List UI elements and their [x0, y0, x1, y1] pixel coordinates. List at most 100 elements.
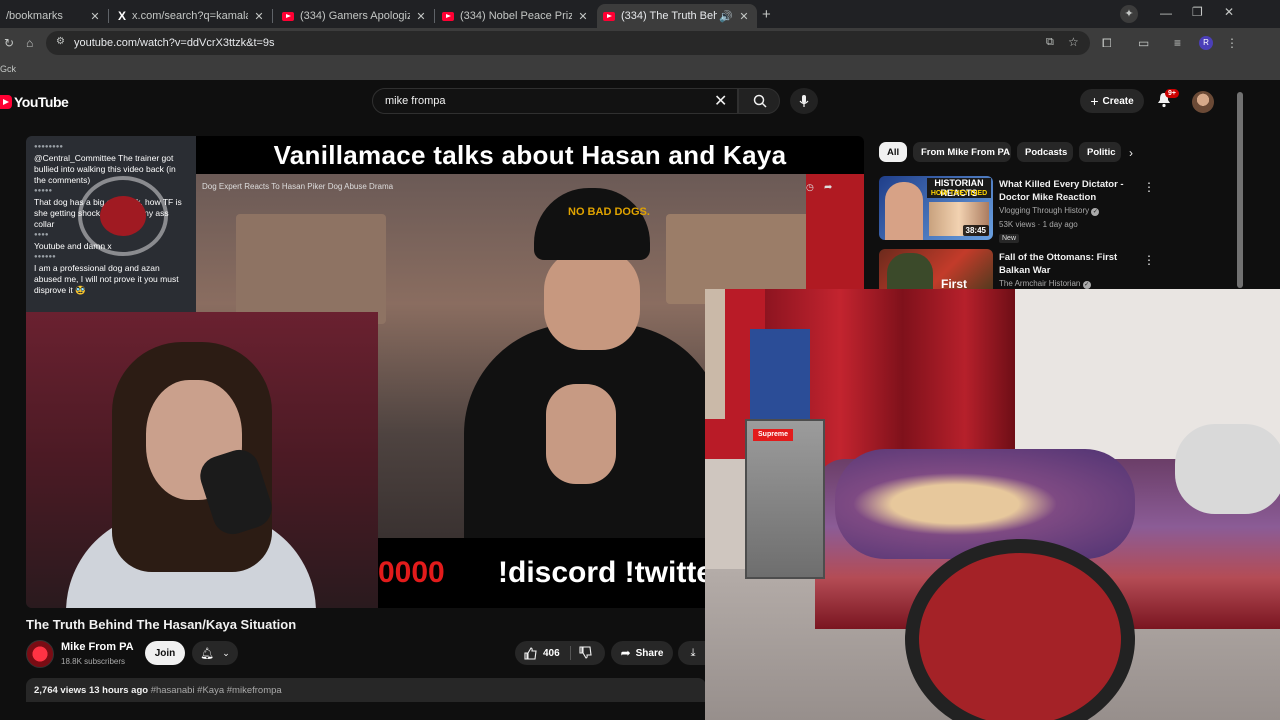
- webcam-overlay: Supreme: [705, 289, 1280, 720]
- new-tab-icon[interactable]: +: [762, 6, 771, 23]
- close-icon[interactable]: ✕: [414, 10, 428, 23]
- browser-tab-bar: /bookmarks ✕ X x.com/search?q=kamala har…: [0, 0, 1280, 28]
- video-thumbnail[interactable]: HISTORIAN REACTS HOW THEY DIED 38:45: [879, 176, 993, 240]
- search-icon: [753, 94, 767, 108]
- tab-gamers-apologize[interactable]: (334) Gamers Apologize to Fon ✕: [276, 4, 434, 28]
- tab-nobel-peace[interactable]: (334) Nobel Peace Prize winner ✕: [436, 4, 596, 28]
- recommended-channel[interactable]: The Armchair Historian ✓: [999, 279, 1091, 289]
- stacked-boxes: [750, 329, 810, 419]
- tab-title: (334) Nobel Peace Prize winner: [460, 10, 572, 22]
- notification-count-badge: 9+: [1165, 89, 1179, 98]
- more-options-icon[interactable]: ⋮: [1143, 180, 1155, 194]
- close-icon[interactable]: ✕: [576, 10, 590, 23]
- tab-truth-behind[interactable]: (334) The Truth Behind The 🔊 ✕: [597, 4, 757, 28]
- bookmark-star-icon[interactable]: ☆: [1068, 35, 1079, 49]
- like-dislike-group: 406: [515, 641, 605, 665]
- stream-chat-overlay: ●●●●●●●● @Central_Committee The trainer …: [26, 136, 196, 312]
- background-shelf: [236, 214, 386, 324]
- share-button[interactable]: ➦ Share: [611, 641, 673, 665]
- channel-label: Vlogging Through History: [999, 206, 1090, 215]
- youtube-play-icon: [0, 95, 12, 109]
- chip-politics[interactable]: Politic: [1079, 142, 1121, 162]
- voice-search-button[interactable]: [790, 88, 818, 114]
- recommended-title[interactable]: What Killed Every Dictator - Doctor Mike…: [999, 178, 1129, 204]
- search-button[interactable]: [738, 88, 780, 114]
- media-controls-icon[interactable]: ≡: [1174, 36, 1181, 50]
- create-label: Create: [1102, 95, 1134, 107]
- bookmark-item[interactable]: Gck: [0, 64, 16, 74]
- profile-avatar[interactable]: R: [1199, 36, 1213, 50]
- clear-search-icon[interactable]: ✕: [714, 91, 727, 111]
- create-button[interactable]: + Create: [1080, 89, 1144, 113]
- recommended-video[interactable]: HISTORIAN REACTS HOW THEY DIED 38:45 Wha…: [879, 176, 1239, 246]
- clock-icon[interactable]: ◷: [806, 182, 814, 193]
- tab-bookmarks[interactable]: /bookmarks ✕: [0, 4, 108, 28]
- close-icon[interactable]: ✕: [737, 10, 751, 23]
- tab-x-search[interactable]: X x.com/search?q=kamala harris ✕: [112, 4, 272, 28]
- thumbs-up-icon[interactable]: [524, 647, 537, 660]
- close-icon[interactable]: ✕: [88, 10, 102, 23]
- close-icon[interactable]: ✕: [252, 10, 266, 23]
- gemini-icon[interactable]: ✦: [1120, 5, 1138, 23]
- minimize-icon[interactable]: —: [1160, 6, 1172, 20]
- recommended-channel[interactable]: Vlogging Through History ✓: [999, 206, 1100, 216]
- chevron-right-icon[interactable]: ›: [1129, 146, 1133, 160]
- video-description[interactable]: 2,764 views 13 hours ago #hasanabi #Kaya…: [26, 678, 706, 702]
- person-hands: [546, 384, 616, 484]
- youtube-logo[interactable]: YouTube: [0, 94, 69, 110]
- like-count: 406: [543, 648, 560, 659]
- thumbs-down-icon[interactable]: [579, 646, 592, 659]
- youtube-favicon-icon: [282, 11, 294, 21]
- chip-podcasts[interactable]: Podcasts: [1017, 142, 1073, 162]
- recommended-title[interactable]: Fall of the Ottomans: First Balkan War: [999, 251, 1129, 277]
- tab-title: /bookmarks: [6, 10, 63, 22]
- join-button[interactable]: Join: [145, 641, 185, 665]
- youtube-favicon-icon: [442, 11, 454, 21]
- new-badge: New: [999, 234, 1020, 243]
- side-panel-icon[interactable]: ▭: [1138, 36, 1149, 50]
- site-info-icon[interactable]: ⚙: [56, 36, 65, 47]
- microphone-icon: [799, 95, 809, 107]
- extensions-icon[interactable]: ⧠: [1102, 36, 1112, 51]
- url-text: youtube.com/watch?v=ddVcrX3ttzk&t=9s: [74, 37, 275, 49]
- tab-title: (334) Gamers Apologize to Fon: [300, 10, 410, 22]
- hashtags[interactable]: #hasanabi #Kaya #mikefrompa: [151, 685, 282, 696]
- speaker-icon[interactable]: 🔊: [719, 10, 733, 23]
- inner-video-title: Dog Expert Reacts To Hasan Piker Dog Abu…: [202, 182, 394, 191]
- channel-avatar[interactable]: [26, 640, 54, 668]
- storage-cabinet: [745, 419, 825, 579]
- channel-name[interactable]: Mike From PA: [61, 641, 134, 653]
- scrollbar-thumb[interactable]: [1237, 92, 1243, 288]
- menu-kebab-icon[interactable]: ⋮: [1226, 36, 1238, 50]
- thumbnail-subtext: HOW THEY DIED: [930, 190, 988, 197]
- x-logo-icon: X: [118, 9, 127, 23]
- home-icon[interactable]: ⌂: [26, 36, 33, 50]
- video-duration: 38:45: [962, 225, 989, 236]
- chip-from-channel[interactable]: From Mike From PA: [913, 142, 1011, 162]
- chat-username: ●●●●●●●●: [34, 144, 63, 150]
- window-close-icon[interactable]: ✕: [1224, 5, 1234, 19]
- reload-icon[interactable]: ↻: [4, 36, 14, 50]
- maximize-icon[interactable]: ❐: [1192, 5, 1203, 19]
- search-input[interactable]: [385, 95, 705, 107]
- channel-label: The Armchair Historian: [999, 279, 1081, 288]
- tab-title: x.com/search?q=kamala harris: [132, 10, 248, 22]
- verified-check-icon: ✓: [1091, 208, 1100, 216]
- install-app-icon[interactable]: ⧉: [1046, 36, 1054, 49]
- download-button[interactable]: ⤓: [678, 641, 708, 665]
- thumbnail-person: [885, 182, 923, 240]
- subscription-bell-button[interactable]: 🔔︎ ⌄: [192, 641, 238, 665]
- door-frame: [705, 289, 725, 419]
- address-bar[interactable]: ⚙ youtube.com/watch?v=ddVcrX3ttzk&t=9s ⧉…: [46, 31, 1090, 55]
- person-cap: [534, 188, 650, 260]
- bookmarks-bar: Gck: [0, 58, 1280, 80]
- more-options-icon[interactable]: ⋮: [1143, 253, 1155, 267]
- user-avatar[interactable]: [1192, 91, 1214, 113]
- upload-age: 13 hours ago: [88, 685, 149, 696]
- cap-logo-text: NO BAD DOGS.: [568, 206, 650, 218]
- overlay-counter-text: 0000: [378, 538, 478, 608]
- share-arrow-icon[interactable]: ➦: [824, 182, 832, 193]
- chevron-down-icon: ⌄: [222, 647, 230, 658]
- recommended-meta: 53K views · 1 day ago: [999, 220, 1078, 229]
- chip-all[interactable]: All: [879, 142, 907, 162]
